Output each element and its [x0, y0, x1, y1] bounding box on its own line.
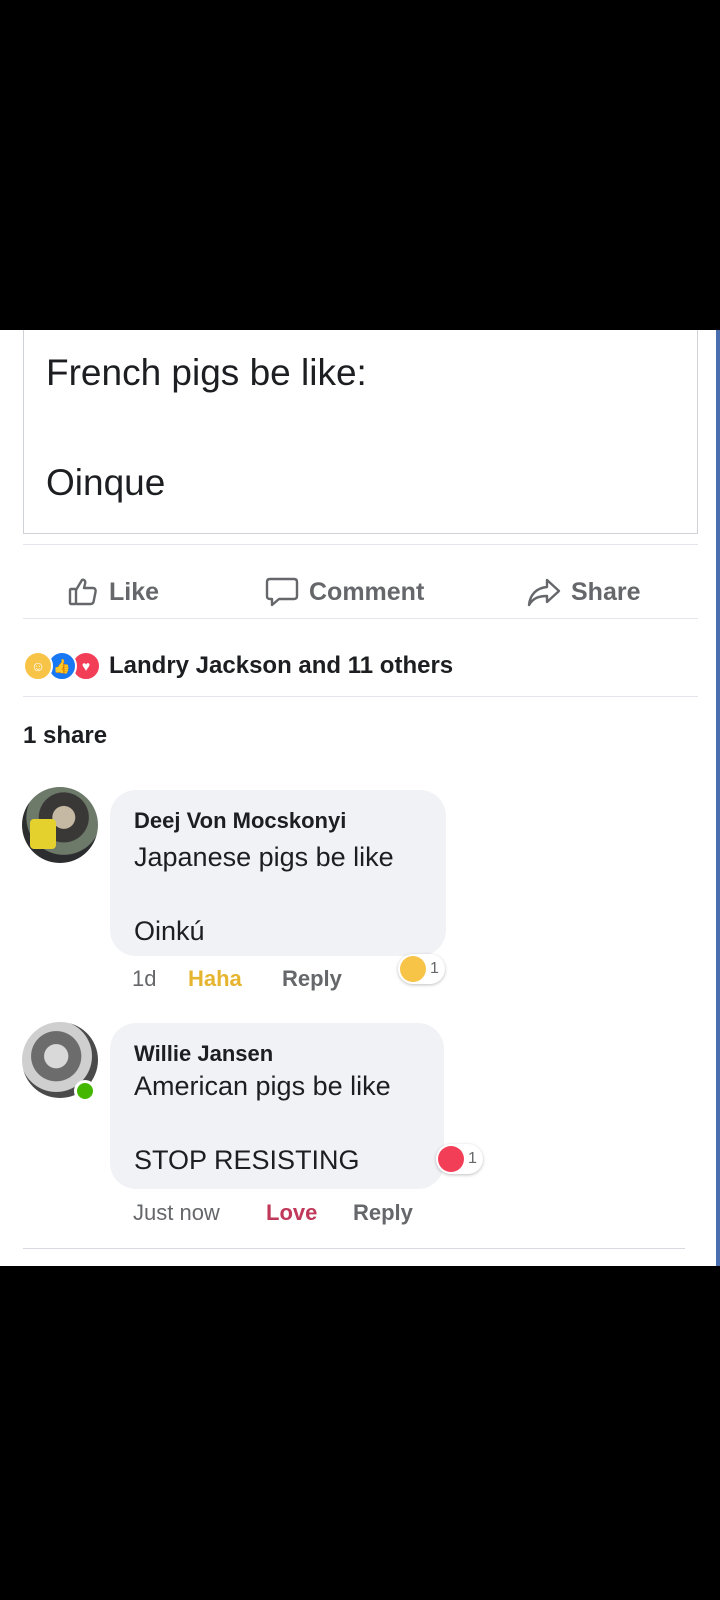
divider — [23, 696, 698, 697]
thumbs-up-icon — [68, 578, 97, 606]
post-text-line2: Oinque — [46, 462, 166, 503]
reaction-count: 1 — [468, 1150, 477, 1167]
comment-text-line1: American pigs be like — [134, 1071, 391, 1101]
love-reaction-link[interactable]: Love — [266, 1200, 317, 1226]
comment-text-line2: STOP RESISTING — [134, 1145, 360, 1175]
divider — [23, 544, 698, 545]
reaction-count: 1 — [430, 960, 439, 977]
comment-text-line1: Japanese pigs be like — [134, 842, 394, 872]
avatar[interactable] — [22, 787, 98, 863]
comment-bubble: Willie Jansen American pigs be like STOP… — [110, 1023, 444, 1189]
share-arrow-icon — [527, 578, 561, 607]
reply-link[interactable]: Reply — [282, 966, 342, 992]
card-edge — [716, 330, 720, 1266]
love-icon — [438, 1146, 464, 1172]
like-label: Like — [109, 577, 160, 606]
online-status-icon — [74, 1080, 96, 1102]
post-card: French pigs be like: Oinque Like Comment… — [0, 330, 720, 1266]
comment-text-line2: Oinkú — [134, 916, 205, 946]
like-button[interactable]: Like — [67, 562, 159, 622]
comment-reaction-badge[interactable]: 1 — [398, 954, 445, 984]
share-count[interactable]: 1 share — [23, 722, 107, 750]
haha-reaction-icon: ☺ — [23, 651, 53, 681]
post-content: French pigs be like: Oinque — [23, 330, 698, 534]
reactions-text[interactable]: Landry Jackson and 11 others — [109, 652, 453, 680]
reactions-summary[interactable]: ☺ 👍 ♥ Landry Jackson and 11 others — [23, 648, 453, 684]
share-label: Share — [571, 577, 641, 606]
comment-button[interactable]: Comment — [265, 562, 424, 622]
post-text-line1: French pigs be like: — [46, 352, 367, 393]
reply-link[interactable]: Reply — [353, 1200, 413, 1226]
divider — [23, 618, 698, 619]
comment-icon — [265, 577, 299, 607]
comment-bubble: Deej Von Mocskonyi Japanese pigs be like… — [110, 790, 446, 956]
haha-icon — [400, 956, 426, 982]
divider — [23, 1248, 685, 1249]
comment-time: 1d — [132, 966, 157, 991]
comment-author[interactable]: Willie Jansen — [134, 1041, 273, 1067]
comment-time: Just now — [133, 1200, 220, 1225]
comment-author[interactable]: Deej Von Mocskonyi — [134, 808, 346, 834]
comment-label: Comment — [309, 577, 425, 606]
haha-reaction-link[interactable]: Haha — [188, 966, 242, 992]
share-button[interactable]: Share — [527, 562, 640, 622]
action-bar: Like Comment Share — [23, 562, 698, 622]
comment-reaction-badge[interactable]: 1 — [436, 1144, 483, 1174]
